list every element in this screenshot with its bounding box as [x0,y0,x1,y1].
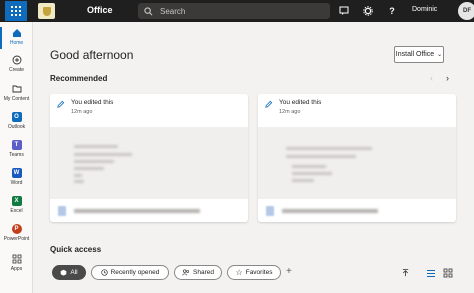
filter-favorites[interactable]: ☆ Favorites [227,265,281,280]
document-thumbnail [50,127,248,199]
card-time: 12m ago [279,109,301,115]
settings-icon[interactable] [361,4,375,18]
rail-label: Excel [10,208,23,214]
grid-view-icon[interactable] [443,268,453,278]
greeting-heading: Good afternoon [50,48,134,62]
rail-label: PowerPoint [3,236,30,242]
add-filter-icon[interactable]: + [286,266,292,277]
recommended-card[interactable]: You edited this 12m ago [258,94,456,222]
help-icon[interactable]: ? [385,4,399,18]
powerpoint-icon: P [11,223,22,234]
chevron-right-icon[interactable]: › [446,73,449,83]
install-office-label: Install Office [395,51,435,58]
quick-access-title: Quick access [50,245,102,254]
install-office-button[interactable]: Install Office ⌄ [394,46,444,63]
user-name[interactable]: Dominic [412,6,437,13]
rail-label: Word [10,180,23,186]
rail-item-home[interactable]: Home [0,27,33,53]
card-footer [50,199,248,222]
top-bar: Office Search ? Dominic DF [0,0,474,22]
rail-item-powerpoint[interactable]: P PowerPoint [0,223,33,249]
filter-shared[interactable]: Shared [174,265,222,280]
rail-label: Create [8,67,24,73]
chevron-left-icon[interactable]: ‹ [430,73,433,83]
recommended-card[interactable]: You edited this 12m ago [50,94,248,222]
left-rail: Home Create My Content O Outlook T Teams… [0,22,33,293]
org-logo[interactable] [38,3,55,19]
apps-icon [11,253,22,264]
chevron-down-icon: ⌄ [437,52,443,58]
filter-label: Recently opened [110,269,160,276]
rail-item-word[interactable]: W Word [0,167,33,193]
card-footer [258,199,456,222]
rail-item-teams[interactable]: T Teams [0,139,33,165]
rail-item-outlook[interactable]: O Outlook [0,111,33,137]
file-icon [58,205,66,216]
rail-item-apps[interactable]: Apps [0,253,33,279]
rail-label: Teams [9,152,24,158]
filter-all[interactable]: All [52,265,86,280]
filter-recently-opened[interactable]: Recently opened [91,265,169,280]
search-icon [144,6,153,15]
rail-label: My Content [3,96,30,102]
rail-item-create[interactable]: Create [0,54,33,80]
star-icon: ☆ [235,268,243,277]
outlook-icon: O [11,111,22,122]
filter-label: All [70,269,78,276]
feedback-icon[interactable] [337,4,351,18]
pencil-icon [265,100,273,108]
filter-label: Favorites [245,269,273,276]
cube-icon [61,269,67,276]
app-launcher-icon[interactable] [5,1,27,21]
folder-icon [11,83,22,94]
app-name[interactable]: Office [87,5,113,15]
clock-icon [100,269,108,276]
search-placeholder: Search [160,6,186,16]
plus-circle-icon [11,54,22,65]
document-thumbnail [258,127,456,199]
excel-icon: X [11,195,22,206]
home-icon [11,27,22,38]
list-view-icon[interactable] [426,268,436,278]
people-icon [182,269,190,276]
rail-item-excel[interactable]: X Excel [0,195,33,221]
recommended-title: Recommended [50,74,108,83]
filter-label: Shared [193,269,214,276]
rail-label: Home [9,40,24,46]
upload-icon[interactable] [400,268,410,278]
avatar[interactable]: DF [458,2,474,20]
card-time: 12m ago [71,109,93,115]
card-title: You edited this [279,99,322,106]
rail-item-my-content[interactable]: My Content [0,83,33,109]
search-input[interactable]: Search [138,3,330,19]
file-icon [266,205,274,216]
word-icon: W [11,167,22,178]
teams-icon: T [11,139,22,150]
rail-label: Apps [10,266,23,272]
pencil-icon [57,100,65,108]
card-title: You edited this [71,99,114,106]
rail-label: Outlook [7,124,26,130]
